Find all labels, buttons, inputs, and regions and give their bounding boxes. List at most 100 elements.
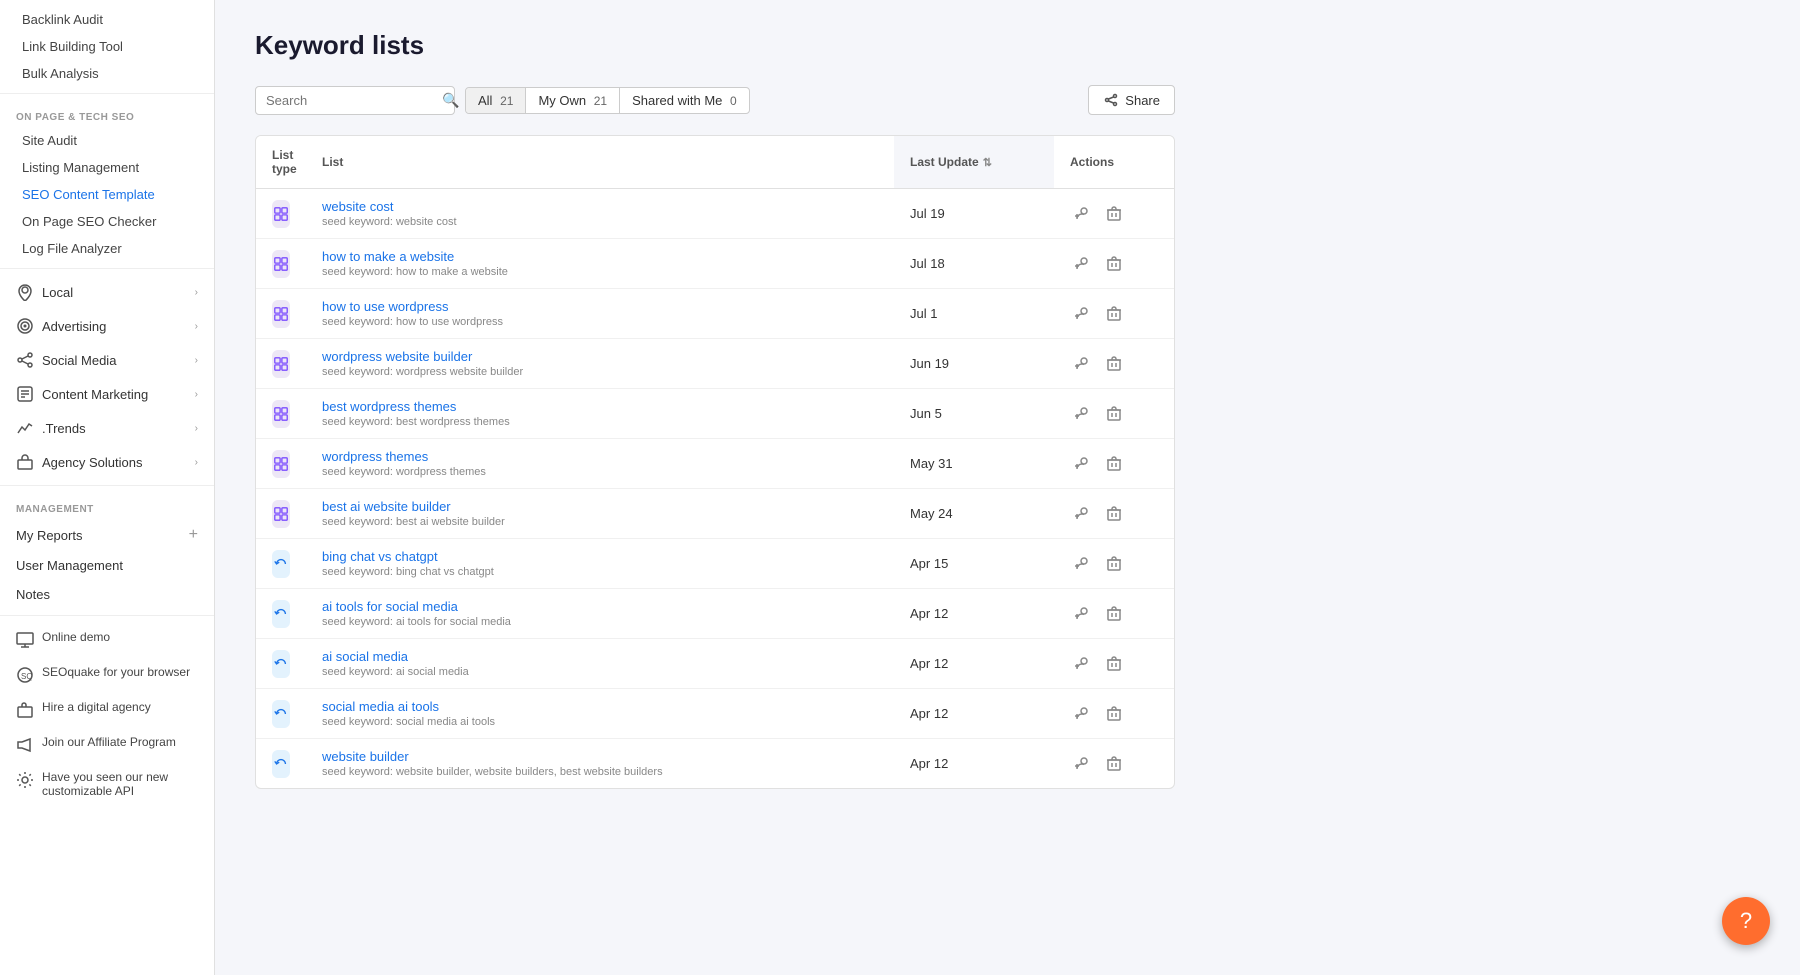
social-icon [16, 351, 34, 369]
sidebar-item-bulk-analysis[interactable]: Bulk Analysis [0, 60, 214, 87]
add-to-list-button[interactable] [1070, 352, 1094, 376]
cell-name: how to use wordpress seed keyword: how t… [306, 289, 894, 338]
filter-shared-button[interactable]: Shared with Me 0 [620, 88, 749, 113]
seed-label: seed keyword: wordpress themes [322, 466, 486, 478]
cell-actions [1054, 242, 1174, 286]
sidebar-item-affiliate[interactable]: Join our Affiliate Program [0, 727, 214, 762]
delete-button[interactable] [1102, 402, 1126, 426]
sidebar-item-local[interactable]: Local › [0, 275, 214, 309]
delete-button[interactable] [1102, 702, 1126, 726]
add-to-list-button[interactable] [1070, 652, 1094, 676]
pin-icon [16, 283, 34, 301]
cell-date: Apr 12 [894, 746, 1054, 781]
date-value: Jul 1 [910, 306, 937, 321]
add-to-list-button[interactable] [1070, 752, 1094, 776]
col-last-update[interactable]: Last Update ⇅ [894, 136, 1054, 188]
add-to-list-button[interactable] [1070, 502, 1094, 526]
sidebar-item-online-demo[interactable]: Online demo [0, 622, 214, 657]
delete-button[interactable] [1102, 452, 1126, 476]
seed-label: seed keyword: best ai website builder [322, 516, 505, 528]
sidebar-item-log-file-analyzer[interactable]: Log File Analyzer [0, 235, 214, 262]
sidebar-item-notes[interactable]: Notes [0, 580, 214, 609]
add-report-icon[interactable]: + [189, 526, 198, 544]
date-value: Jun 5 [910, 406, 942, 421]
keyword-link[interactable]: wordpress themes [322, 449, 428, 464]
keyword-link[interactable]: how to use wordpress [322, 299, 448, 314]
keyword-link[interactable]: website cost [322, 199, 394, 214]
sidebar-item-seoquake[interactable]: SQ SEOquake for your browser [0, 657, 214, 692]
keyword-link[interactable]: how to make a website [322, 249, 454, 264]
type-icon [272, 500, 290, 528]
delete-button[interactable] [1102, 652, 1126, 676]
delete-button[interactable] [1102, 502, 1126, 526]
sidebar-item-my-reports[interactable]: My Reports + [0, 519, 214, 551]
seed-label: seed keyword: ai tools for social media [322, 616, 511, 628]
type-icon [272, 400, 290, 428]
date-value: Apr 12 [910, 656, 948, 671]
delete-button[interactable] [1102, 202, 1126, 226]
keyword-link[interactable]: best wordpress themes [322, 399, 456, 414]
cell-actions [1054, 692, 1174, 736]
sidebar-item-content-marketing[interactable]: Content Marketing › [0, 377, 214, 411]
sidebar-item-api[interactable]: Have you seen our new customizable API [0, 762, 214, 806]
sidebar-item-agency-solutions[interactable]: Agency Solutions › [0, 445, 214, 479]
table-header: List type List Last Update ⇅ Actions [256, 136, 1174, 189]
keyword-link[interactable]: best ai website builder [322, 499, 451, 514]
cell-actions [1054, 292, 1174, 336]
add-to-list-button[interactable] [1070, 302, 1094, 326]
cell-type [256, 740, 306, 788]
search-input[interactable] [266, 93, 442, 108]
table-row: website cost seed keyword: website cost … [256, 189, 1174, 239]
help-button[interactable]: ? [1722, 897, 1770, 945]
cell-type [256, 190, 306, 238]
filter-all-button[interactable]: All 21 [466, 88, 525, 113]
delete-button[interactable] [1102, 352, 1126, 376]
table-row: best wordpress themes seed keyword: best… [256, 389, 1174, 439]
sidebar-item-link-building-tool[interactable]: Link Building Tool [0, 33, 214, 60]
sidebar-item-seo-content-template[interactable]: SEO Content Template [0, 181, 214, 208]
delete-button[interactable] [1102, 302, 1126, 326]
delete-button[interactable] [1102, 252, 1126, 276]
add-to-list-button[interactable] [1070, 402, 1094, 426]
add-to-list-button[interactable] [1070, 702, 1094, 726]
col-list: List [306, 136, 894, 188]
sidebar-item-trends[interactable]: .Trends › [0, 411, 214, 445]
cell-date: Jun 5 [894, 396, 1054, 431]
delete-button[interactable] [1102, 752, 1126, 776]
delete-button[interactable] [1102, 602, 1126, 626]
chevron-icon-content-marketing: › [195, 389, 198, 400]
cell-date: Jul 1 [894, 296, 1054, 331]
cell-actions [1054, 742, 1174, 786]
add-to-list-button[interactable] [1070, 602, 1094, 626]
add-to-list-button[interactable] [1070, 452, 1094, 476]
sidebar-item-listing-management[interactable]: Listing Management [0, 154, 214, 181]
add-to-list-button[interactable] [1070, 552, 1094, 576]
keyword-link[interactable]: bing chat vs chatgpt [322, 549, 438, 564]
add-to-list-button[interactable] [1070, 252, 1094, 276]
chevron-icon-agency-solutions: › [195, 457, 198, 468]
sidebar-item-backlink-audit[interactable]: Backlink Audit [0, 6, 214, 33]
sidebar-label-affiliate: Join our Affiliate Program [42, 735, 176, 749]
cell-actions [1054, 642, 1174, 686]
cell-type [256, 540, 306, 588]
sidebar-item-user-management[interactable]: User Management [0, 551, 214, 580]
delete-button[interactable] [1102, 552, 1126, 576]
keyword-link[interactable]: social media ai tools [322, 699, 439, 714]
table-row: wordpress themes seed keyword: wordpress… [256, 439, 1174, 489]
sidebar-item-site-audit[interactable]: Site Audit [0, 127, 214, 154]
keyword-link[interactable]: wordpress website builder [322, 349, 472, 364]
add-to-list-button[interactable] [1070, 202, 1094, 226]
sidebar-item-on-page-seo-checker[interactable]: On Page SEO Checker [0, 208, 214, 235]
keyword-link[interactable]: ai tools for social media [322, 599, 458, 614]
cell-type [256, 390, 306, 438]
sidebar-item-advertising[interactable]: Advertising › [0, 309, 214, 343]
sidebar: Backlink Audit Link Building Tool Bulk A… [0, 0, 215, 975]
cell-date: Jun 19 [894, 346, 1054, 381]
table-row: how to use wordpress seed keyword: how t… [256, 289, 1174, 339]
filter-my-own-button[interactable]: My Own 21 [526, 88, 619, 113]
share-button[interactable]: Share [1088, 85, 1175, 115]
keyword-link[interactable]: website builder [322, 749, 409, 764]
sidebar-item-social-media[interactable]: Social Media › [0, 343, 214, 377]
keyword-link[interactable]: ai social media [322, 649, 408, 664]
sidebar-item-hire-agency[interactable]: Hire a digital agency [0, 692, 214, 727]
